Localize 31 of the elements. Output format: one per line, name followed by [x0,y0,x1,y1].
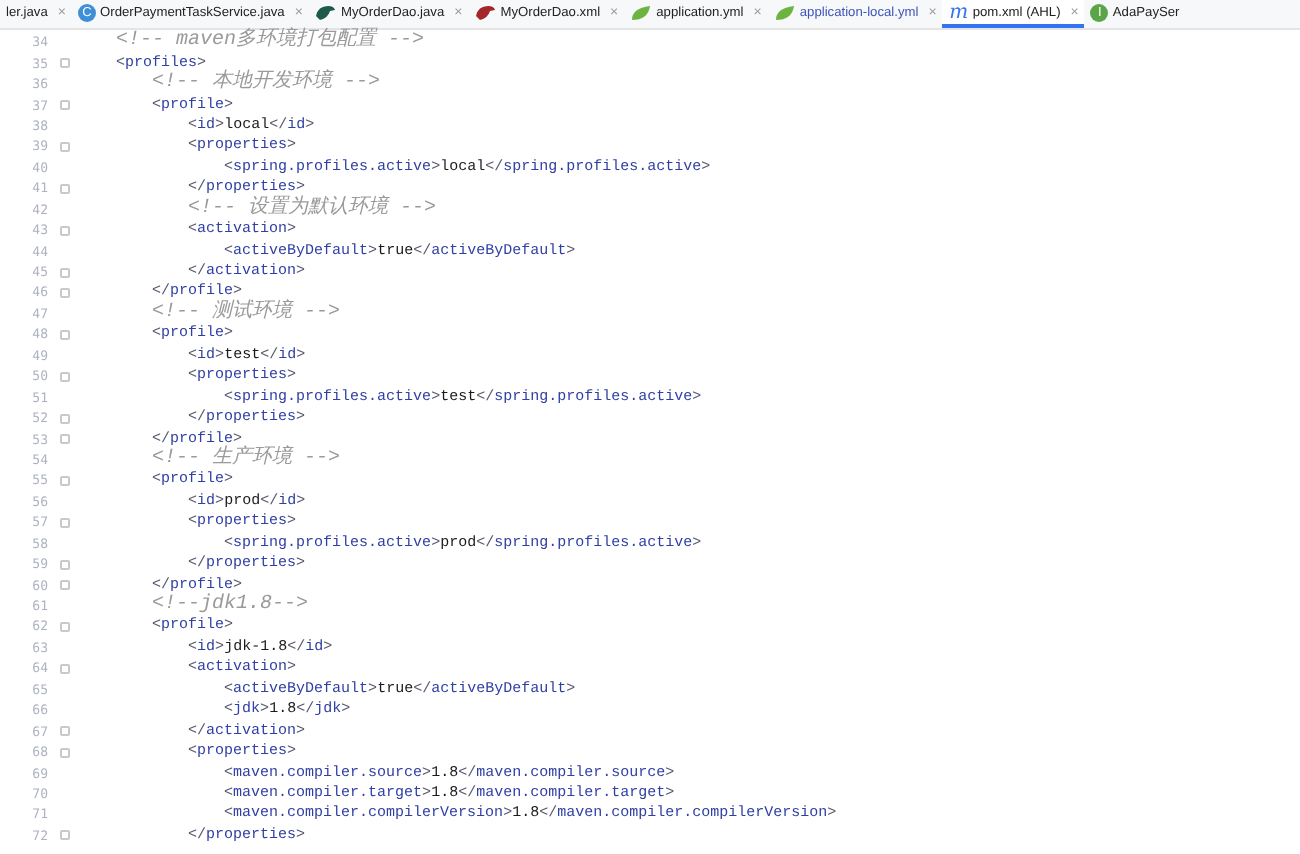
fold-icon[interactable] [59,747,69,758]
code-comment: <!-- 生产环境 --> [152,449,341,470]
code-comment: <!-- 设置为默认环境 --> [188,199,437,220]
bird-icon [314,3,337,21]
code-comment: <!-- 本地开发环境 --> [152,74,381,95]
fold-icon[interactable] [59,621,69,632]
maven-icon: m [948,3,969,21]
leaf-icon [630,3,653,21]
fold-icon[interactable] [59,726,69,737]
leaf-icon [773,3,796,21]
fold-icon[interactable] [59,517,69,528]
fold-icon[interactable] [59,475,69,486]
code-comment: <!-- maven多环境打包配置 --> [116,32,425,53]
fold-icon[interactable] [59,287,69,298]
fold-icon[interactable] [59,580,69,591]
fold-icon[interactable] [59,559,69,570]
fold-icon[interactable] [59,663,69,674]
fold-icon[interactable] [59,413,69,424]
fold-icon[interactable] [59,183,69,194]
fold-icon[interactable] [59,267,69,278]
fold-icon[interactable] [59,141,69,152]
fold-icon[interactable] [59,329,69,340]
code-comment: <!--jdk1.8--> [152,596,309,617]
code-comment: <!-- 测试环境 --> [152,303,341,324]
fold-icon[interactable] [59,434,69,445]
fold-icon[interactable] [59,58,69,69]
fold-icon[interactable] [59,830,69,841]
bird-icon [474,3,497,21]
fold-icon[interactable] [59,225,69,236]
fold-icon[interactable] [59,371,69,382]
fold-icon[interactable] [59,100,69,111]
